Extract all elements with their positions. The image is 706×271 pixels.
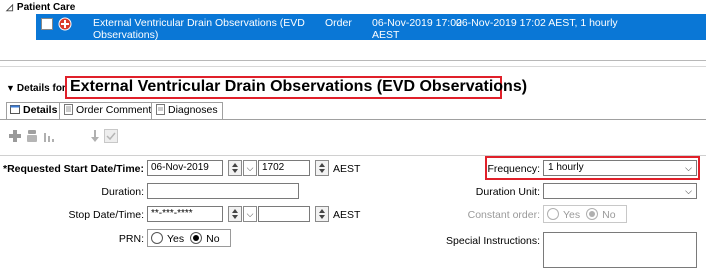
comments-tab-icon [64,104,73,115]
collapse-icon[interactable]: ◿ [6,2,13,13]
move-down-icon[interactable] [88,129,102,143]
tab-divider [0,119,706,120]
constant-yes-radio[interactable] [547,208,559,220]
duration-unit-label: Duration Unit: [475,186,540,198]
requested-start-label: *Requested Start Date/Time: [2,163,144,175]
details-for-label[interactable]: ▼ Details for [6,83,66,94]
details-title: External Ventricular Drain Observations … [70,78,528,95]
details-tab-icon [10,105,20,114]
constant-yes-label: Yes [563,209,581,221]
stop-datetime-label: Stop Date/Time: [68,209,144,221]
prn-no-label: No [206,233,220,245]
chevron-down-icon: ⌵ [685,186,692,196]
stop-date-picker-dropdown[interactable]: ⌵ [243,206,257,222]
stop-time-spinner[interactable] [315,206,329,222]
divider [0,60,706,61]
patient-care-label: Patient Care [16,2,76,13]
tab-diagnoses[interactable]: Diagnoses [151,102,223,119]
duration-label: Duration: [101,186,144,198]
date-picker-dropdown[interactable]: ⌵ [243,160,257,176]
prn-yes-radio[interactable] [151,232,163,244]
patient-care-header[interactable]: ◿ Patient Care [6,2,75,13]
chevron-down-icon[interactable]: ▼ [6,83,15,93]
tab-order-comments[interactable]: Order Comments [59,102,162,119]
prn-no-radio[interactable] [190,232,203,244]
frequency-label: Frequency: [487,163,540,175]
constant-no-label: No [602,209,616,221]
check-icon[interactable] [104,129,118,143]
add-icon[interactable] [8,129,22,143]
timezone-label: AEST [333,163,361,175]
date-spinner[interactable] [228,160,242,176]
order-row-selected[interactable]: External Ventricular Drain Observations … [36,14,706,41]
stop-date-spinner[interactable] [228,206,242,222]
order-status-icon [58,17,72,31]
order-name: External Ventricular Drain Observations … [93,17,305,41]
special-instructions-label: Special Instructions: [446,235,540,247]
divider [0,66,706,67]
prn-label: PRN: [118,233,144,245]
requested-start-date-input[interactable]: 06-Nov-2019 [147,160,223,176]
order-start: 06-Nov-2019 17:02 AEST [372,17,462,41]
medication-icon[interactable] [25,129,39,143]
time-spinner[interactable] [315,160,329,176]
order-details: 06-Nov-2019 17:02 AEST, 1 hourly [456,17,618,29]
constant-order-radio-group: Yes No [543,205,627,223]
order-checkbox[interactable] [41,18,53,30]
chart-icon[interactable] [42,129,56,143]
prn-yes-label: Yes [167,233,185,245]
frequency-select[interactable]: 1 hourly ⌵ [543,160,697,176]
duration-unit-select[interactable]: ⌵ [543,183,697,199]
stop-date-input[interactable]: **-***-**** [147,206,223,222]
tab-details[interactable]: Details [6,102,63,119]
diagnoses-tab-icon [156,104,165,115]
stop-timezone-label: AEST [333,209,361,221]
constant-order-label: Constant order: [467,209,540,221]
prn-radio-group: Yes No [147,229,231,247]
special-instructions-textarea[interactable] [543,232,697,268]
chevron-down-icon: ⌵ [685,163,692,173]
constant-no-radio[interactable] [586,208,599,220]
stop-time-input[interactable] [258,206,310,222]
order-type: Order [325,17,352,29]
duration-input[interactable] [147,183,299,199]
requested-start-time-input[interactable]: 1702 [258,160,310,176]
